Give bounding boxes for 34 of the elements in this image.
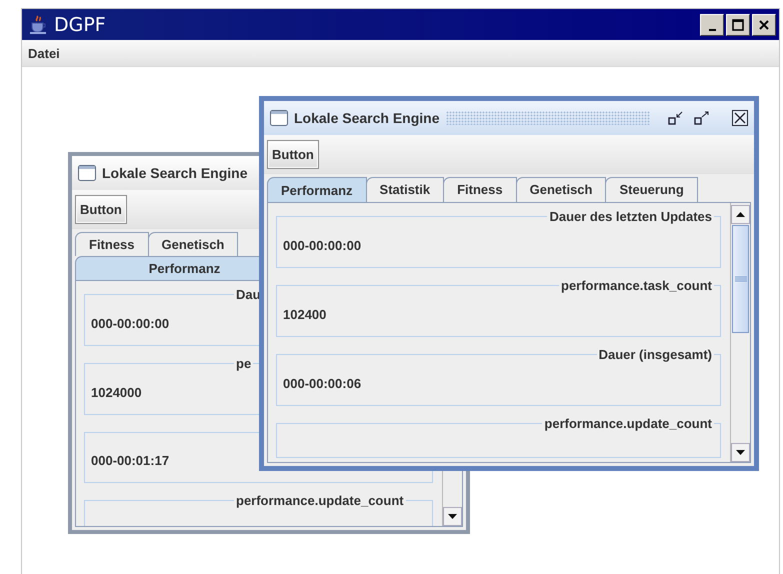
window-title: Lokale Search Engine: [102, 165, 248, 181]
minimize-button[interactable]: [700, 14, 724, 36]
value-text: 000-00:00:06: [283, 376, 362, 391]
maximize-icon: [731, 18, 745, 32]
maximize-icon[interactable]: [694, 111, 710, 125]
button[interactable]: Button: [267, 140, 319, 168]
window-icon: [270, 110, 288, 126]
value-text: 000-00:00:00: [91, 316, 170, 331]
value-text: 102400: [283, 307, 328, 322]
tab[interactable]: Steuerung: [605, 177, 698, 202]
close-icon: [757, 18, 771, 32]
coffee-cup-icon: [28, 14, 48, 34]
group-label: Dauer (insgesamt): [598, 347, 713, 362]
value-text: 000-00:00:00: [283, 238, 362, 253]
value-text: 1024000: [91, 385, 143, 400]
group-label: pe: [235, 356, 252, 371]
window-icon: [78, 165, 96, 181]
tab[interactable]: Performanz: [267, 177, 367, 202]
group-label: performance.update_count: [543, 416, 713, 431]
close-button[interactable]: [752, 14, 776, 36]
close-icon[interactable]: [732, 110, 748, 126]
window-title: Lokale Search Engine: [294, 110, 440, 126]
value-text: 000-00:01:17: [91, 453, 170, 468]
group-label: Dauer des letzten Updates: [548, 209, 713, 224]
group-label: performance.task_count: [560, 278, 713, 293]
group-label: performance.update_count: [235, 493, 405, 508]
maximize-button[interactable]: [726, 14, 750, 36]
scrollbar[interactable]: [730, 203, 750, 462]
window-title: DGPF: [54, 14, 106, 36]
group-label: Dau: [235, 287, 262, 302]
menu-item[interactable]: Datei: [28, 46, 60, 60]
iconify-icon[interactable]: [668, 111, 684, 125]
minimize-icon: [708, 28, 716, 30]
scroll-thumb[interactable]: [732, 225, 749, 333]
